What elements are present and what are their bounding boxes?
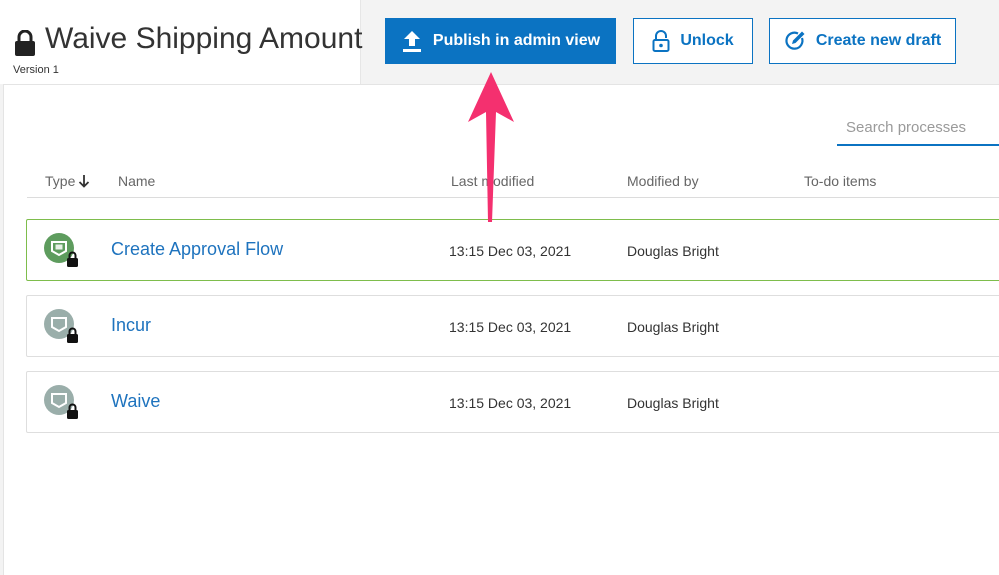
table-row[interactable]: Create Approval Flow 13:15 Dec 03, 2021 … [26,219,999,281]
edit-draft-icon [785,31,805,50]
header-title-area: Waive Shipping Amount Version 1 [0,0,363,84]
publish-button[interactable]: Publish in admin view [385,18,616,64]
unlock-button-label: Unlock [680,32,734,49]
page-title: Waive Shipping Amount [45,22,363,55]
modified-by: Douglas Bright [627,319,719,335]
unlock-button[interactable]: Unlock [633,18,753,64]
column-header-type[interactable]: Type [45,173,90,189]
last-modified: 13:15 Dec 03, 2021 [449,319,572,335]
annotation-arrow-icon [468,72,514,222]
unlock-icon [652,30,670,52]
process-icon [44,233,78,267]
column-header-name[interactable]: Name [118,173,155,189]
arrow-down-icon [79,175,90,188]
process-name-link[interactable]: Create Approval Flow [111,239,283,260]
column-header-modified-by[interactable]: Modified by [627,173,699,189]
process-name-link[interactable]: Incur [111,315,151,336]
lock-icon [15,30,35,56]
last-modified: 13:15 Dec 03, 2021 [449,395,572,411]
process-name-link[interactable]: Waive [111,391,160,412]
column-header-todo-items[interactable]: To-do items [804,173,876,189]
last-modified: 13:15 Dec 03, 2021 [449,243,572,259]
publish-button-label: Publish in admin view [432,32,601,49]
version-label: Version 1 [13,64,59,76]
create-draft-button[interactable]: Create new draft [769,18,956,64]
process-icon [44,385,78,419]
search-input[interactable]: Search processes [837,110,999,146]
table-row[interactable]: Incur 13:15 Dec 03, 2021 Douglas Bright [26,295,999,357]
modified-by: Douglas Bright [627,395,719,411]
create-draft-button-label: Create new draft [815,32,942,49]
table-row[interactable]: Waive 13:15 Dec 03, 2021 Douglas Bright [26,371,999,433]
upload-icon [402,31,421,52]
process-icon [44,309,78,343]
modified-by: Douglas Bright [627,243,719,259]
